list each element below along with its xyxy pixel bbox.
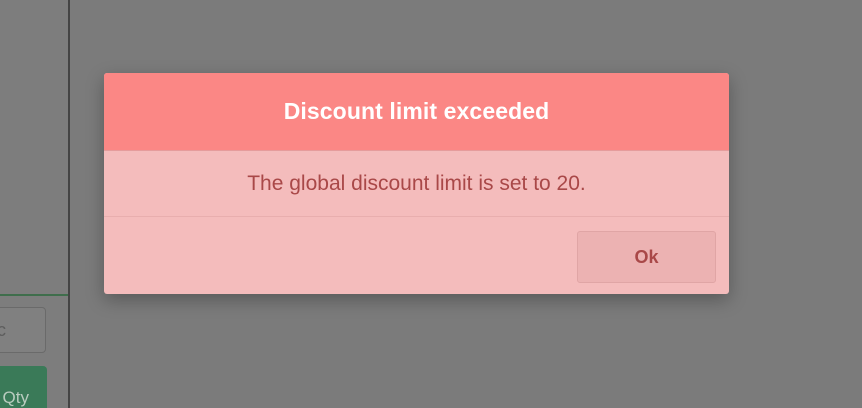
dialog-header: Discount limit exceeded bbox=[104, 73, 729, 151]
background-pane-divider bbox=[68, 0, 70, 408]
dialog-title: Discount limit exceeded bbox=[283, 98, 550, 124]
background-qty-label: Qty bbox=[2, 388, 29, 407]
background-input-text: c bbox=[0, 320, 6, 340]
dialog-footer: Ok bbox=[104, 217, 729, 294]
background-left-pane: c Qty bbox=[0, 0, 68, 408]
ok-button-label: Ok bbox=[634, 246, 659, 267]
background-input-field[interactable]: c bbox=[0, 307, 46, 353]
discount-limit-dialog: Discount limit exceeded The global disco… bbox=[104, 73, 729, 294]
screen: c Qty Discount limit exceeded The global… bbox=[0, 0, 862, 408]
dialog-message: The global discount limit is set to 20. bbox=[247, 171, 586, 195]
ok-button[interactable]: Ok bbox=[577, 231, 716, 283]
background-qty-button[interactable]: Qty bbox=[0, 366, 47, 408]
dialog-body: The global discount limit is set to 20. bbox=[104, 151, 729, 217]
background-divider-line bbox=[0, 294, 68, 296]
